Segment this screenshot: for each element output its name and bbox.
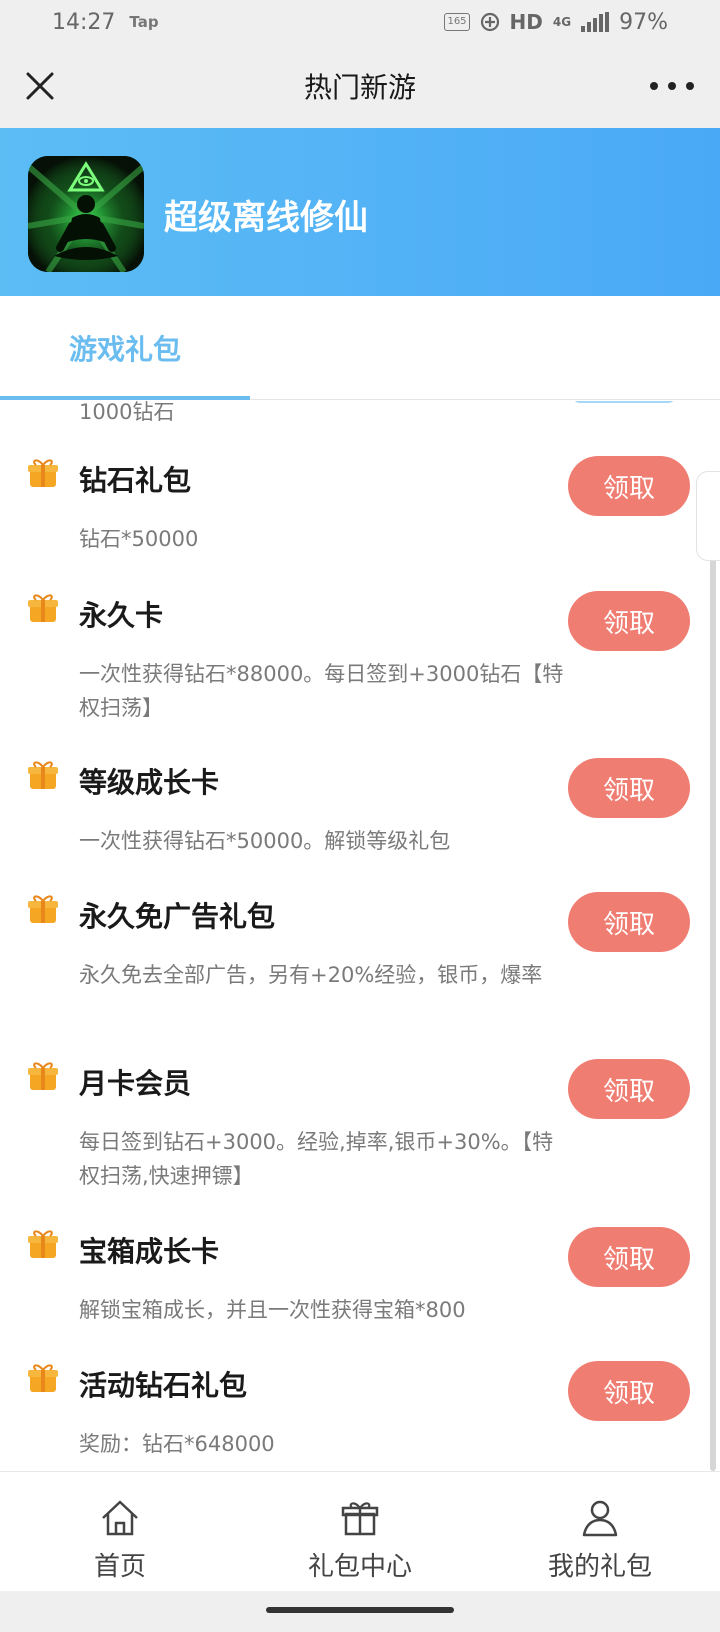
- close-icon: [26, 72, 54, 100]
- nav-my-gifts-label: 我的礼包: [547, 1552, 652, 1582]
- more-dot-icon: [650, 82, 658, 90]
- home-icon: [102, 1500, 138, 1536]
- claim-button[interactable]: 领取: [568, 1227, 690, 1287]
- gift-list[interactable]: 1000钻石 钻石礼包 领取 钻石*50000 永久卡 领取 一次性获得钻石*8…: [0, 401, 720, 1471]
- refresh-rate-icon: 165: [444, 13, 470, 31]
- user-icon: [582, 1500, 618, 1537]
- nav-gift-center-label: 礼包中心: [307, 1552, 412, 1582]
- close-button[interactable]: [20, 66, 60, 106]
- tab-game-gifts[interactable]: 游戏礼包: [0, 296, 250, 400]
- more-options-button[interactable]: [650, 72, 694, 100]
- game-banner: 超级离线修仙: [0, 128, 720, 296]
- gift-icon: [341, 1502, 379, 1536]
- gift-desc: 一次性获得钻石*88000。每日签到+3000钻石【特权扫荡】: [79, 662, 564, 720]
- gift-title: 钻石礼包: [79, 464, 192, 497]
- nav-home-label: 首页: [93, 1552, 146, 1582]
- clipped-claim-button[interactable]: [572, 401, 676, 403]
- game-name: 超级离线修仙: [164, 198, 368, 238]
- tap-app-icon: Tap: [129, 13, 159, 31]
- claim-button[interactable]: 领取: [568, 1361, 690, 1421]
- battery-level: 97%: [619, 9, 668, 35]
- status-time: 14:27: [52, 9, 116, 35]
- claim-button[interactable]: 领取: [568, 1059, 690, 1119]
- gift-title: 永久免广告礼包: [79, 900, 276, 933]
- signal-strength-icon: [581, 12, 610, 32]
- gift-box-icon: [28, 895, 58, 923]
- hd-voice-icon: HD: [509, 10, 543, 34]
- network-type-icon: 4G: [552, 15, 572, 29]
- gift-box-icon: [28, 1364, 58, 1392]
- game-icon[interactable]: [28, 156, 144, 272]
- more-dot-icon: [686, 82, 694, 90]
- scrollbar[interactable]: [710, 471, 716, 1471]
- more-dot-icon: [668, 82, 676, 90]
- claim-button[interactable]: 领取: [568, 456, 690, 516]
- nav-gift-center[interactable]: 礼包中心: [240, 1472, 480, 1592]
- gift-desc: 解锁宝箱成长，并且一次性获得宝箱*800: [79, 1298, 466, 1322]
- gift-desc: 一次性获得钻石*50000。解锁等级礼包: [79, 829, 451, 853]
- gift-title: 月卡会员: [79, 1067, 192, 1100]
- gesture-bar: [0, 1591, 720, 1632]
- gift-title: 宝箱成长卡: [79, 1235, 220, 1268]
- bottom-nav: 首页 礼包中心 我的礼包: [0, 1471, 720, 1591]
- gift-desc: 钻石*50000: [79, 527, 199, 551]
- gift-box-icon: [28, 459, 58, 487]
- gift-desc: 永久免去全部广告，另有+20%经验，银币，爆率: [79, 963, 543, 987]
- gift-desc-partial: 1000钻石: [79, 401, 175, 424]
- meditating-figure-icon: [28, 156, 144, 272]
- status-right: 165 HD 4G 97%: [444, 10, 668, 35]
- gift-desc: 每日签到钻石+3000。经验,掉率,银币+30%。【特权扫荡,快速押镖】: [79, 1130, 554, 1188]
- status-bar: 14:27 Tap 165 HD 4G 97%: [0, 0, 720, 44]
- claim-button[interactable]: 领取: [568, 591, 690, 651]
- title-bar: 热门新游: [0, 44, 720, 128]
- nav-my-gifts[interactable]: 我的礼包: [480, 1472, 720, 1592]
- page-title: 热门新游: [303, 71, 416, 104]
- active-tab-indicator: [0, 396, 250, 400]
- gift-box-icon: [28, 761, 58, 789]
- data-saver-icon: [480, 12, 499, 32]
- gift-title: 等级成长卡: [79, 766, 220, 799]
- home-indicator[interactable]: [266, 1607, 454, 1613]
- side-drawer-handle[interactable]: [696, 471, 720, 561]
- gift-box-icon: [28, 1230, 58, 1258]
- gift-box-icon: [28, 594, 58, 622]
- gift-desc: 奖励：钻石*648000: [79, 1432, 275, 1456]
- claim-button[interactable]: 领取: [568, 758, 690, 818]
- tab-bar: 游戏礼包: [0, 296, 720, 400]
- gift-title: 永久卡: [79, 599, 164, 632]
- claim-button[interactable]: 领取: [568, 892, 690, 952]
- gift-title: 活动钻石礼包: [79, 1369, 248, 1402]
- nav-home[interactable]: 首页: [0, 1472, 240, 1592]
- status-left: 14:27 Tap: [52, 10, 159, 35]
- gift-box-icon: [28, 1062, 58, 1090]
